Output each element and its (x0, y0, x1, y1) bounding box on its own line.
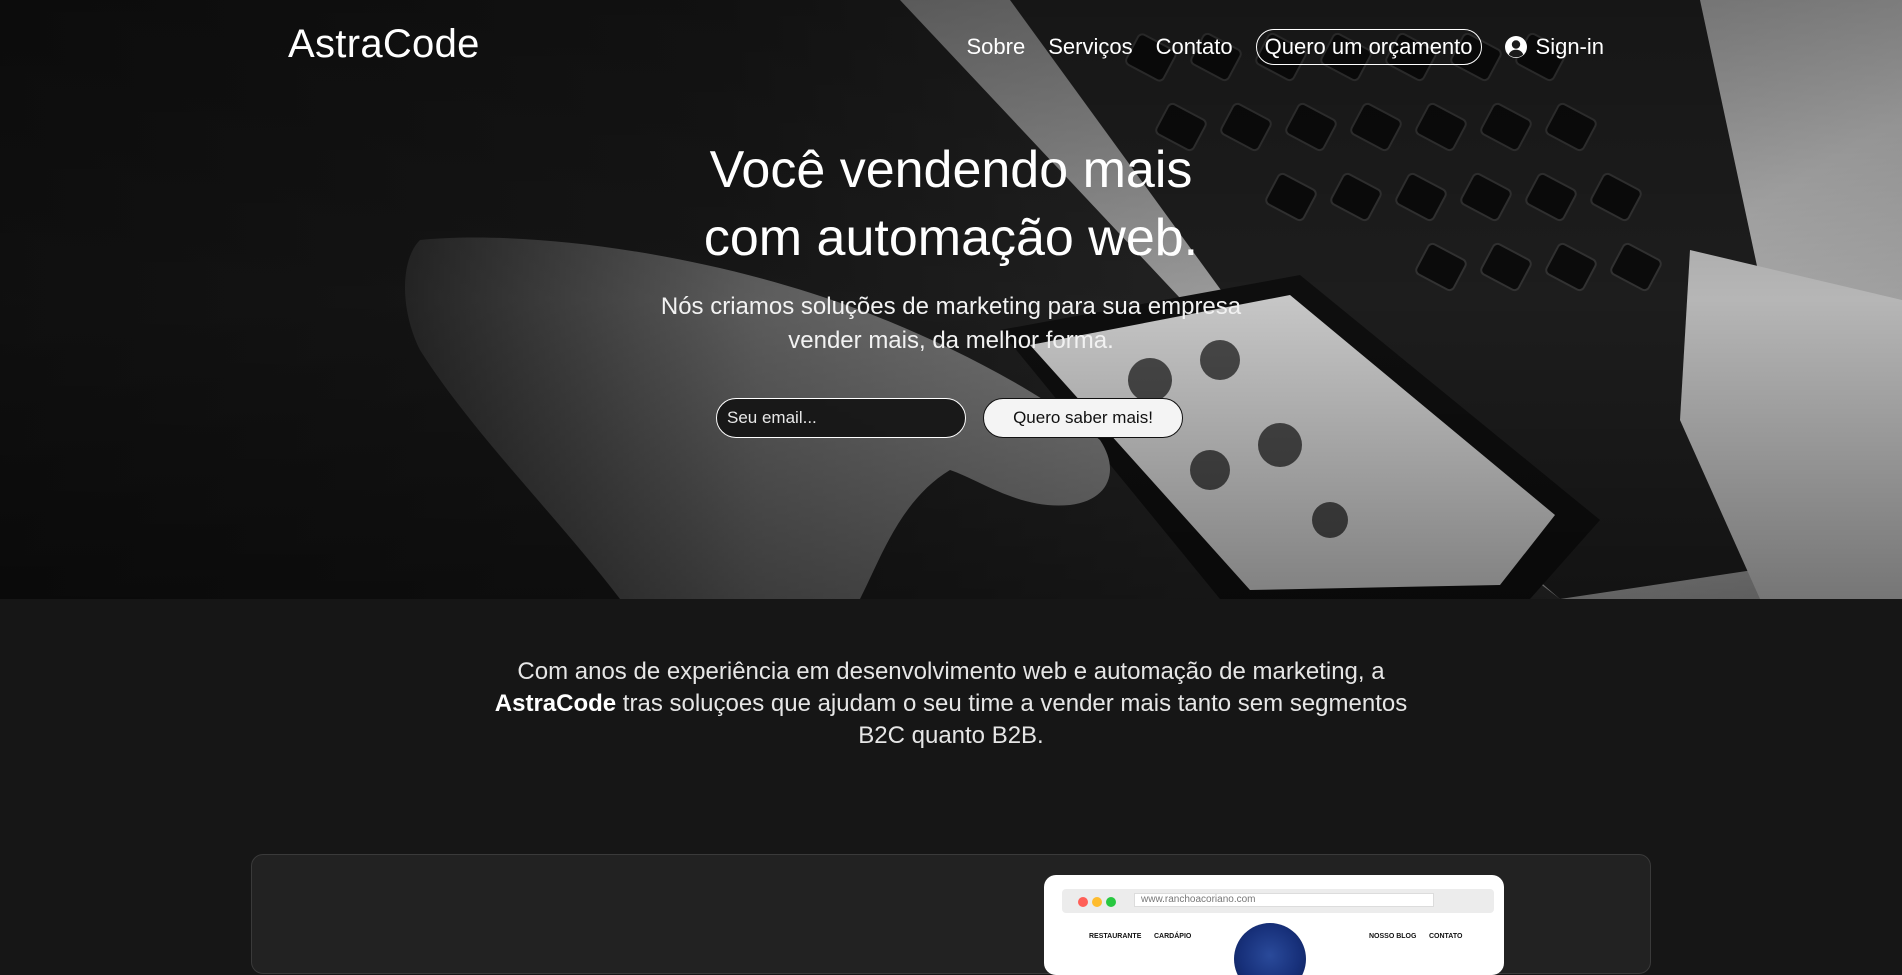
about-line-2: AstraCode tras soluçoes que ajudam o seu… (0, 688, 1902, 720)
window-maximize-dot (1106, 897, 1116, 907)
about-line-2-rest: tras soluçoes que ajudam o seu time a ve… (616, 690, 1408, 717)
main-nav: Sobre Serviços Contato Quero um orçament… (944, 28, 1604, 66)
nav-link-servicos[interactable]: Serviços (1048, 28, 1132, 66)
hero-subtitle-line-2: vender mais, da melhor forma. (788, 327, 1114, 354)
about-line-1: Com anos de experiência em desenvolvimen… (517, 658, 1385, 685)
hero-title-line-1: Você vendendo mais (709, 141, 1193, 199)
site-nav-cardapio: CARDÁPIO (1154, 933, 1192, 940)
user-circle-icon (1504, 36, 1527, 58)
site-nav-contato: CONTATO (1429, 933, 1463, 940)
about-line-3: B2C quanto B2B. (858, 722, 1044, 749)
hero-title: Você vendendo mais com automação web. (0, 136, 1902, 272)
about-text: Com anos de experiência em desenvolvimen… (0, 656, 1902, 752)
learn-more-button[interactable]: Quero saber mais! (983, 398, 1183, 438)
quote-button[interactable]: Quero um orçamento (1255, 29, 1482, 65)
site-nav-blog: NOSSO BLOG (1369, 933, 1417, 940)
hero-subtitle-line-1: Nós criamos soluções de marketing para s… (660, 293, 1242, 320)
nav-link-contato[interactable]: Contato (1156, 28, 1233, 66)
window-minimize-dot (1092, 897, 1102, 907)
window-close-dot (1078, 897, 1088, 907)
browser-url: www.ranchoacoriano.com (1134, 893, 1434, 907)
site-logo-image (1234, 923, 1306, 975)
about-brand: AstraCode (494, 690, 617, 717)
signin-label: Sign-in (1535, 34, 1604, 59)
brand-logo[interactable]: AstraCode (288, 22, 480, 67)
email-input[interactable] (716, 398, 966, 438)
nav-link-sobre[interactable]: Sobre (967, 28, 1026, 66)
site-nav-restaurante: RESTAURANTE (1089, 933, 1142, 940)
signin-link[interactable]: Sign-in (1504, 34, 1604, 60)
hero-subtitle: Nós criamos soluções de marketing para s… (0, 290, 1902, 358)
hero-title-line-2: com automação web. (703, 209, 1199, 267)
lead-form: Quero saber mais! (716, 398, 1183, 438)
browser-mockup: www.ranchoacoriano.com RESTAURANTE CARDÁ… (1044, 875, 1504, 975)
hero-section: AstraCode Sobre Serviços Contato Quero u… (0, 0, 1902, 599)
